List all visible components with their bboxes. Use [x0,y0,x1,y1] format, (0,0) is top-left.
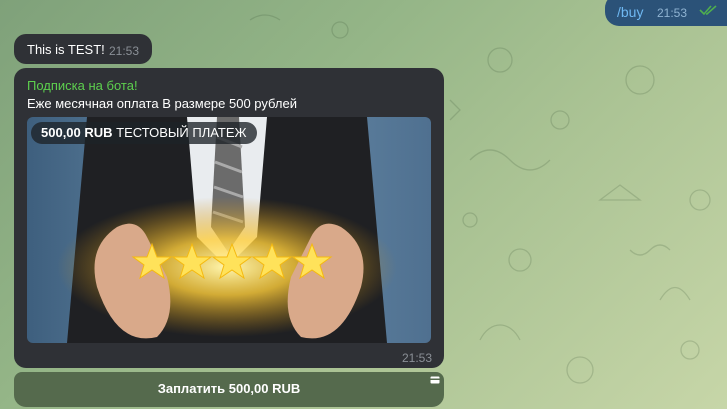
pay-button[interactable]: Заплатить 500,00 RUB [14,372,444,407]
price-amount: 500,00 RUB [41,125,113,140]
test-message-time: 21:53 [109,44,140,58]
double-check-icon [699,5,717,16]
invoice-photo[interactable]: 500,00 RUB ТЕСТОВЫЙ ПЛАТЕЖ [27,117,431,343]
invoice-description: Еже месячная оплата В размере 500 рублей [27,96,297,111]
invoice-title: Подписка на бота! [27,78,138,93]
test-payment-label: ТЕСТОВЫЙ ПЛАТЕЖ [116,125,247,140]
outgoing-message-bubble[interactable]: /buy 21:53 [605,0,727,26]
businessman-five-stars-photo [27,117,431,343]
test-message-text: This is TEST! [27,42,105,57]
test-message-bubble[interactable]: This is TEST! 21:53 [14,34,152,64]
pay-button-label: Заплатить 500,00 RUB [157,381,301,396]
outgoing-message-time: 21:53 [657,6,688,20]
invoice-message-time: 21:53 [402,351,433,365]
outgoing-message-text[interactable]: /buy [617,4,643,20]
card-icon [430,376,440,384]
invoice-message-bubble[interactable]: Подписка на бота! Еже месячная оплата В … [14,68,444,368]
price-badge: 500,00 RUB ТЕСТОВЫЙ ПЛАТЕЖ [31,122,257,144]
